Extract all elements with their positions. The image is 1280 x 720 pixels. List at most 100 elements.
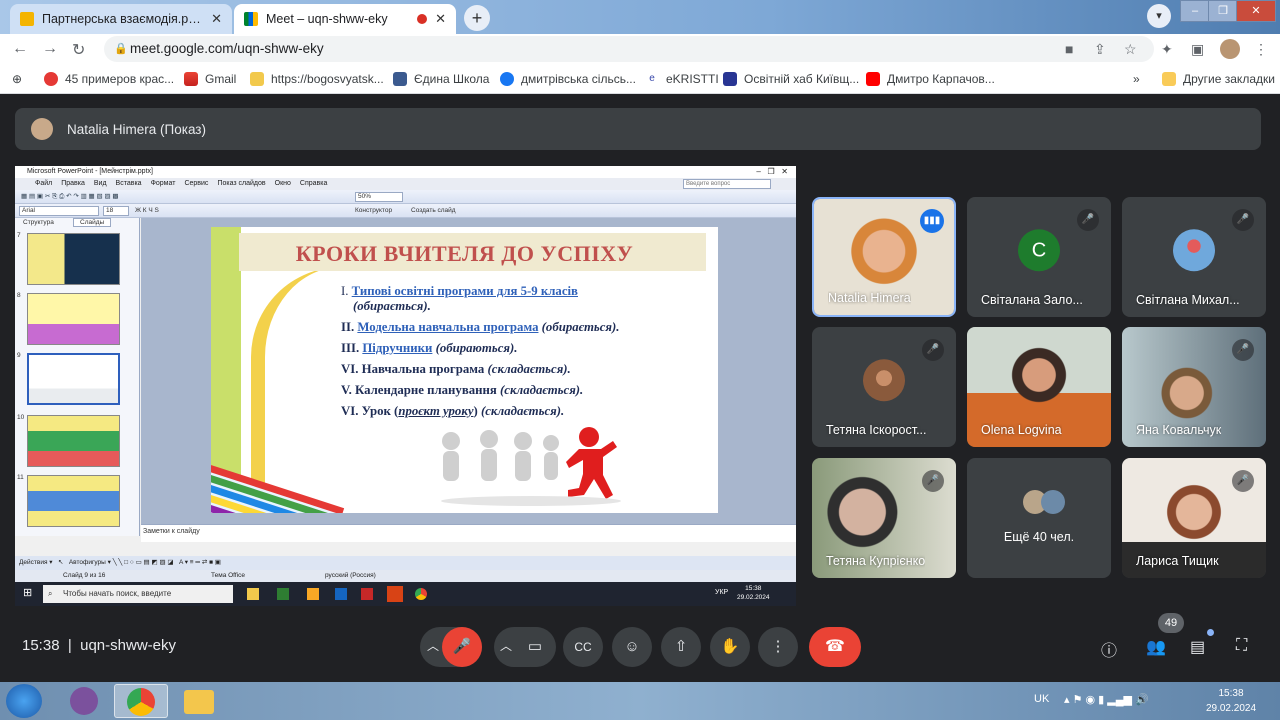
start-button[interactable]: [6, 684, 42, 718]
meet-controls: 15:38 | uqn-shww-eky ︿ 🎤 ︿ ▭ CC ☺ ⇧ ✋ ⋮ …: [0, 613, 1280, 682]
close-window-button[interactable]: ✕: [1236, 0, 1276, 22]
chrome-icon: [127, 688, 155, 716]
ppt-menu-item: Вставка: [115, 180, 142, 187]
reload-icon[interactable]: ↻: [72, 40, 85, 60]
leave-call-button[interactable]: ☎: [809, 627, 861, 667]
participant-tile[interactable]: 🎤 Тетяна Іскорост...: [812, 327, 956, 447]
taskbar-viber[interactable]: [58, 684, 112, 718]
item-number: III.: [341, 341, 360, 355]
bookmark-item[interactable]: Єдина Школа: [393, 70, 489, 88]
more-bookmarks-button[interactable]: »: [1133, 70, 1140, 88]
participant-tile[interactable]: 🎤 Лариса Тищик: [1122, 458, 1266, 578]
item-link: Модельна навчальна програма: [357, 320, 539, 334]
participant-tile[interactable]: ▮▮▮ Natalia Himera: [812, 197, 956, 317]
ppt-menu-item: Правка: [61, 180, 85, 187]
participant-name: Світлана Михал...: [1136, 293, 1240, 307]
ppt-panel-tab: Слайды: [73, 218, 112, 227]
raise-hand-button[interactable]: ✋: [710, 627, 750, 667]
taskbar-explorer[interactable]: [172, 684, 226, 718]
bookmark-icon: e: [645, 72, 659, 86]
facebook-icon: [500, 72, 514, 86]
taskbar-chrome[interactable]: [114, 684, 168, 718]
item-note: (складається).: [480, 404, 565, 418]
bookmark-item[interactable]: 45 примеров крас...: [44, 70, 174, 88]
mic-toggle-button[interactable]: 🎤: [442, 627, 482, 667]
tab-meet[interactable]: Meet – uqn-shww-eky ✕: [234, 4, 456, 34]
captions-button[interactable]: CC: [563, 627, 603, 667]
present-button[interactable]: ⇧: [661, 627, 701, 667]
close-tab-icon[interactable]: ✕: [435, 11, 446, 27]
ppt-menu-item: Вид: [93, 180, 107, 187]
minimize-button[interactable]: –: [1180, 0, 1210, 22]
restore-button[interactable]: ❐: [1208, 0, 1238, 22]
apps-icon[interactable]: ⊕: [12, 70, 22, 88]
star-icon[interactable]: ☆: [1124, 41, 1137, 58]
back-icon[interactable]: ←: [12, 40, 28, 58]
chat-icon[interactable]: ▤: [1190, 637, 1205, 657]
camera-options-icon[interactable]: ︿: [500, 637, 512, 654]
extensions-icon[interactable]: ✦: [1161, 41, 1173, 58]
share-icon[interactable]: ⇪: [1094, 41, 1106, 58]
more-participants-tile[interactable]: Ещё 40 чел.: [967, 458, 1111, 578]
ppt-toolbar-format: Arial 18 Ж К Ч S Конструктор Создать сла…: [15, 204, 796, 218]
people-icon[interactable]: 👥: [1146, 637, 1166, 657]
ppt-menubar: Файл Правка Вид Вставка Формат Сервис Показ сл…: [15, 178, 796, 190]
mic-options-icon[interactable]: ︿: [427, 637, 439, 654]
other-bookmarks-folder[interactable]: Другие закладки: [1162, 70, 1275, 88]
camera-icon[interactable]: ■: [1065, 41, 1073, 57]
bookmark-item[interactable]: Освітній хаб Київщ...: [723, 70, 859, 88]
forward-icon[interactable]: →: [42, 40, 58, 58]
emoji-button[interactable]: ☺: [612, 627, 652, 667]
bookmark-icon: [393, 72, 407, 86]
shared-windows-taskbar: ⊞ ⌕ Чтобы начать поиск, введите УКР 15:3…: [15, 582, 796, 606]
tab-slides[interactable]: Партнерська взаємодія.pptx - G ✕: [10, 4, 232, 34]
ppt-window-controls: – ❐ ✕: [756, 167, 788, 176]
youtube-icon: [866, 72, 880, 86]
url-input[interactable]: 🔒 meet.google.com/uqn-shww-eky: [104, 36, 1154, 62]
mic-off-icon: 🎤: [922, 470, 944, 492]
participant-name: Тетяна Іскорост...: [826, 423, 927, 437]
ppt-autoshapes: Автофигуры: [68, 559, 106, 566]
slide-thumbnail: [27, 293, 120, 345]
ppt-help-box: Введите вопрос: [683, 179, 771, 189]
side-panel-icon[interactable]: ▣: [1191, 41, 1204, 58]
bookmark-label: eKRISTTI: [666, 72, 719, 86]
bookmark-item[interactable]: дмитрівська сільсь...: [500, 70, 636, 88]
tray-icons[interactable]: ▴ ⚑ ◉ ▮ ▂▄▆ 🔊: [1064, 693, 1149, 706]
close-tab-icon[interactable]: ✕: [211, 11, 222, 27]
participant-tile[interactable]: C 🎤 Світалана Зало...: [967, 197, 1111, 317]
ppt-draw-actions: Действия: [19, 559, 48, 566]
presenter-avatar: [31, 118, 53, 140]
participant-tile[interactable]: 🎤 Світлана Михал...: [1122, 197, 1266, 317]
browser-tab-bar: Партнерська взаємодія.pptx - G ✕ Meet – …: [0, 0, 1280, 34]
windows-search-placeholder: Чтобы начать поиск, введите: [63, 589, 172, 598]
ppt-titlebar: Microsoft PowerPoint - [Мейнстрім.pptx] …: [15, 166, 796, 178]
participant-tile[interactable]: Olena Logvina: [967, 327, 1111, 447]
item-note: (обирається).: [353, 299, 431, 313]
bookmark-label: Другие закладки: [1183, 72, 1275, 86]
participant-tile[interactable]: 🎤 Яна Ковальчук: [1122, 327, 1266, 447]
meeting-details-icon[interactable]: ⓘ: [1101, 637, 1117, 661]
tab-title: Meet – uqn-shww-eky: [266, 12, 388, 26]
profile-avatar[interactable]: [1220, 39, 1240, 59]
bookmark-label: Освітній хаб Київщ...: [744, 72, 860, 86]
bookmark-item[interactable]: https://bogosvyatsk...: [250, 70, 384, 88]
bookmark-item[interactable]: e eKRISTTI: [645, 70, 719, 88]
os-clock[interactable]: 15:38 29.02.2024: [1200, 686, 1262, 716]
slide-thumbnail: [27, 475, 120, 527]
more-options-button[interactable]: ⋮: [758, 627, 798, 667]
menu-icon[interactable]: ⋮: [1254, 41, 1268, 58]
activities-icon[interactable]: ⛶: [1236, 637, 1247, 655]
ppt-status-lang: русский (Россия): [325, 572, 376, 579]
ppt-menu-item: Формат: [150, 180, 176, 187]
taskbar-app-icon: [361, 588, 373, 600]
bookmark-item[interactable]: Дмитро Карпачов...: [866, 70, 995, 88]
bookmark-item[interactable]: Gmail: [184, 70, 236, 88]
os-language[interactable]: UK: [1034, 693, 1049, 705]
item-note: (обираються).: [435, 341, 518, 355]
participant-tile[interactable]: 🎤 Тетяна Купрієнко: [812, 458, 956, 578]
tab-search-button[interactable]: ▾: [1147, 4, 1171, 28]
bookmark-label: Gmail: [205, 72, 237, 86]
camera-toggle-button[interactable]: ▭: [515, 627, 555, 667]
new-tab-button[interactable]: +: [464, 5, 490, 31]
